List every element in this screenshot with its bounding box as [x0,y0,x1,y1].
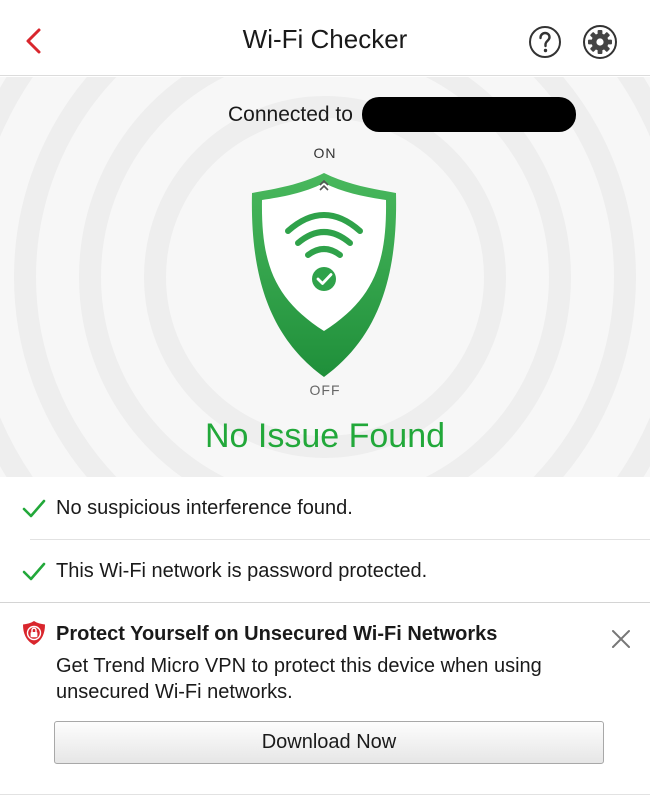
wifi-shield-icon[interactable] [248,171,400,381]
vpn-lock-shield-icon [23,621,45,645]
check-icon [22,562,46,581]
check-result-text: No suspicious interference found. [56,497,353,519]
wifi-status-panel: Connected to ON OFF No Issue Found [0,77,650,477]
help-circle-icon[interactable] [528,25,562,59]
network-name-redacted [362,97,576,132]
switch-off-label: OFF [309,382,341,398]
gear-icon[interactable] [582,24,618,60]
nav-bar: Wi-Fi Checker [0,0,650,76]
divider [0,794,650,795]
check-icon [22,499,46,518]
close-icon[interactable] [610,628,632,650]
vpn-promo-card: Protect Yourself on Unsecured Wi-Fi Netw… [0,603,650,804]
download-now-button[interactable]: Download Now [54,721,604,764]
promo-title: Protect Yourself on Unsecured Wi-Fi Netw… [56,623,498,645]
promo-description: Get Trend Micro VPN to protect this devi… [56,655,542,703]
connected-to-label: Connected to [228,103,353,126]
switch-on-label: ON [313,145,337,161]
check-result-item: This Wi-Fi network is password protected… [0,541,650,603]
status-text: No Issue Found [204,417,446,455]
check-result-text: This Wi-Fi network is password protected… [56,560,428,582]
check-result-item: No suspicious interference found. [0,478,650,540]
divider [30,539,650,540]
